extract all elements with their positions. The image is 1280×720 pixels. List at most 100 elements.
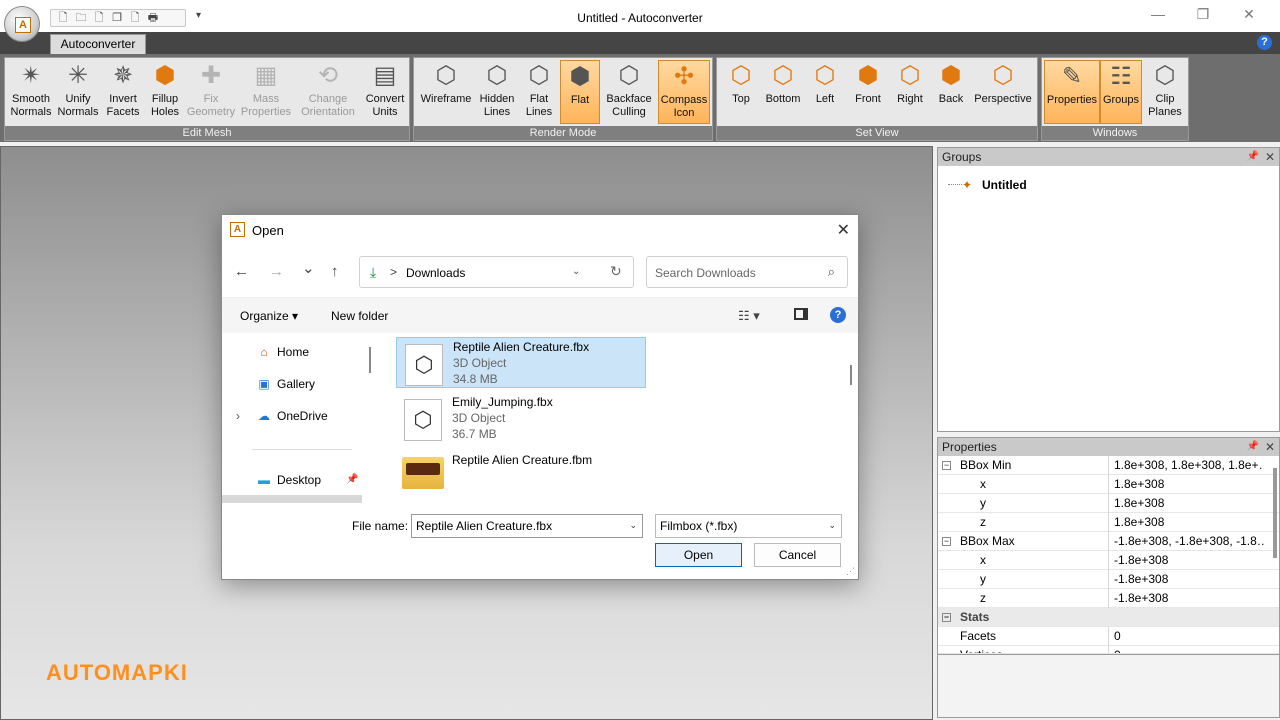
file-list: ⬡ Reptile Alien Creature.fbx 3D Object 3… (377, 333, 845, 505)
window-title: Untitled - Autoconverter (577, 11, 703, 25)
view-front-button[interactable]: ⬢ Front (847, 60, 889, 124)
wireframe-button[interactable]: ⬡ Wireframe (416, 60, 476, 124)
collapse-toggle-icon[interactable]: − (942, 461, 951, 470)
flat-button[interactable]: ⬢ Flat (560, 60, 600, 124)
resize-grip-icon[interactable]: ⋰ (846, 566, 855, 577)
expand-chevron-icon[interactable]: › (236, 409, 240, 423)
dialog-close-button[interactable]: ✕ (837, 220, 850, 240)
nav-item-gallery[interactable]: ▣ Gallery (256, 377, 315, 391)
search-icon[interactable]: ⌕ (828, 264, 835, 280)
hidden-lines-button[interactable]: ⬡ Hidden Lines (476, 60, 518, 124)
property-row[interactable]: z 1.8e+308 (938, 513, 1279, 532)
folder-item[interactable]: Reptile Alien Creature.fbm (396, 451, 646, 502)
file-name-label: File name: (352, 519, 409, 533)
file-name-input[interactable]: Reptile Alien Creature.fbx ⌄ (411, 514, 643, 538)
groups-window-button[interactable]: ☷ Groups (1100, 60, 1142, 124)
property-row[interactable]: Vertices0 (938, 646, 1279, 654)
property-section-stats[interactable]: − Stats (938, 608, 1279, 627)
group-node-icon: ✦ (962, 178, 973, 192)
help-icon[interactable]: ? (830, 307, 846, 323)
dialog-title: Open (252, 223, 284, 238)
folder-icon (402, 457, 444, 489)
tab-autoconverter[interactable]: Autoconverter (50, 34, 146, 54)
pin-icon[interactable]: 📌 (1247, 148, 1259, 166)
back-arrow-icon[interactable]: ← (234, 263, 249, 280)
view-left-button[interactable]: ⬡ Left (805, 60, 845, 124)
cancel-button[interactable]: Cancel (754, 543, 841, 567)
breadcrumb-downloads[interactable]: Downloads (406, 266, 465, 280)
address-dropdown-chevron-icon[interactable]: ⌄ (572, 266, 580, 277)
help-icon[interactable]: ? (1257, 35, 1272, 50)
invert-facets-icon: ✵ (112, 62, 134, 89)
smooth-normals-button[interactable]: ✴ Smooth Normals (7, 60, 55, 124)
folder-name: Reptile Alien Creature.fbm (452, 453, 593, 467)
app-menu-button[interactable]: A (4, 6, 40, 42)
preview-pane-icon[interactable] (794, 308, 808, 320)
file-type-select[interactable]: Filmbox (*.fbx) ⌄ (655, 514, 842, 538)
properties-scrollbar[interactable] (1273, 468, 1277, 558)
title-bar: 🗋 🗀 🗋 ❐ 🗋 🖶 ▾ Untitled - Autoconverter —… (0, 0, 1280, 34)
convert-units-button[interactable]: ▤ Convert Units (361, 60, 409, 124)
forward-arrow-icon[interactable]: → (269, 263, 284, 280)
view-top-button[interactable]: ⬡ Top (721, 60, 761, 124)
property-row[interactable]: x 1.8e+308 (938, 475, 1279, 494)
property-row[interactable]: z -1.8e+308 (938, 589, 1279, 608)
close-icon[interactable]: ✕ (1265, 438, 1275, 456)
change-view-icon[interactable]: ☷ ▾ (738, 308, 760, 324)
pin-icon[interactable]: 📌 (346, 474, 358, 485)
fix-geometry-button[interactable]: ✚ Fix Geometry (185, 60, 237, 124)
property-row[interactable]: Facets 0 (938, 627, 1279, 646)
breadcrumb-separator[interactable]: > (390, 265, 397, 279)
property-row[interactable]: x -1.8e+308 (938, 551, 1279, 570)
organize-menu-button[interactable]: Organize ▾ (240, 309, 298, 323)
unify-normals-button[interactable]: ✳ Unify Normals (55, 60, 101, 124)
change-orientation-button[interactable]: ⟲ Change Orientation (295, 60, 361, 124)
properties-window-button[interactable]: ✎ Properties (1044, 60, 1100, 124)
view-bottom-button[interactable]: ⬡ Bottom (761, 60, 805, 124)
nav-item-desktop[interactable]: ▬ Desktop (256, 473, 321, 487)
minimize-button[interactable]: — (1143, 6, 1173, 22)
change-orientation-icon: ⟲ (317, 62, 339, 89)
property-row[interactable]: y -1.8e+308 (938, 570, 1279, 589)
new-folder-button[interactable]: New folder (331, 309, 388, 323)
hidden-lines-cube-icon: ⬡ (486, 62, 508, 89)
collapse-toggle-icon[interactable]: − (942, 537, 951, 546)
file-list-scrollbar[interactable] (850, 365, 852, 385)
clip-planes-button[interactable]: ⬡ Clip Planes (1144, 60, 1186, 124)
up-arrow-icon[interactable]: ↑ (331, 263, 339, 280)
chevron-down-icon[interactable]: ⌄ (629, 520, 637, 531)
nav-item-home[interactable]: ⌂ Home (256, 345, 309, 359)
nav-pane-scrollbar[interactable] (369, 347, 371, 373)
view-back-button[interactable]: ⬢ Back (931, 60, 971, 124)
view-perspective-button[interactable]: ⬡ Perspective (971, 60, 1035, 124)
address-bar[interactable]: ⤓ > Downloads ⌄ ↻ (359, 256, 634, 288)
nav-item-onedrive[interactable]: ☁ OneDrive (256, 409, 328, 423)
app-logo-icon: A (230, 222, 245, 237)
nav-pane-horizontal-scrollbar[interactable] (222, 495, 362, 503)
property-row[interactable]: − BBox Min 1.8e+308, 1.8e+308, 1.8e+… (938, 456, 1279, 475)
file-item[interactable]: ⬡ Emily_Jumping.fbx 3D Object 36.7 MB (396, 393, 646, 444)
refresh-icon[interactable]: ↻ (610, 263, 622, 280)
restore-button[interactable]: ❐ (1188, 6, 1218, 23)
property-row[interactable]: y 1.8e+308 (938, 494, 1279, 513)
close-icon[interactable]: ✕ (1265, 148, 1275, 166)
open-file-dialog: A Open ✕ ← → ⌄ ↑ ⤓ > Downloads ⌄ ↻ Searc… (221, 214, 859, 580)
fillup-holes-button[interactable]: ⬢ Fillup Holes (145, 60, 185, 124)
recent-locations-chevron-icon[interactable]: ⌄ (302, 259, 315, 277)
ribbon-tab-strip (0, 32, 1280, 54)
invert-facets-button[interactable]: ✵ Invert Facets (101, 60, 145, 124)
group-node-untitled[interactable]: Untitled (982, 178, 1027, 192)
open-button[interactable]: Open (655, 543, 742, 567)
compass-icon-button[interactable]: ✣ Compass Icon (658, 60, 710, 124)
chevron-down-icon[interactable]: ⌄ (828, 520, 836, 531)
close-button[interactable]: ✕ (1234, 6, 1264, 23)
view-right-button[interactable]: ⬡ Right (889, 60, 931, 124)
property-row[interactable]: − BBox Max -1.8e+308, -1.8e+308, -1.8… (938, 532, 1279, 551)
mass-properties-button[interactable]: ▦ Mass Properties (237, 60, 295, 124)
pin-icon[interactable]: 📌 (1247, 438, 1259, 456)
backface-culling-button[interactable]: ⬡ Backface Culling (602, 60, 656, 124)
file-item[interactable]: ⬡ Reptile Alien Creature.fbx 3D Object 3… (396, 337, 646, 388)
flat-lines-button[interactable]: ⬡ Flat Lines (518, 60, 560, 124)
search-input[interactable]: Search Downloads ⌕ (646, 256, 848, 288)
collapse-toggle-icon[interactable]: − (942, 613, 951, 622)
